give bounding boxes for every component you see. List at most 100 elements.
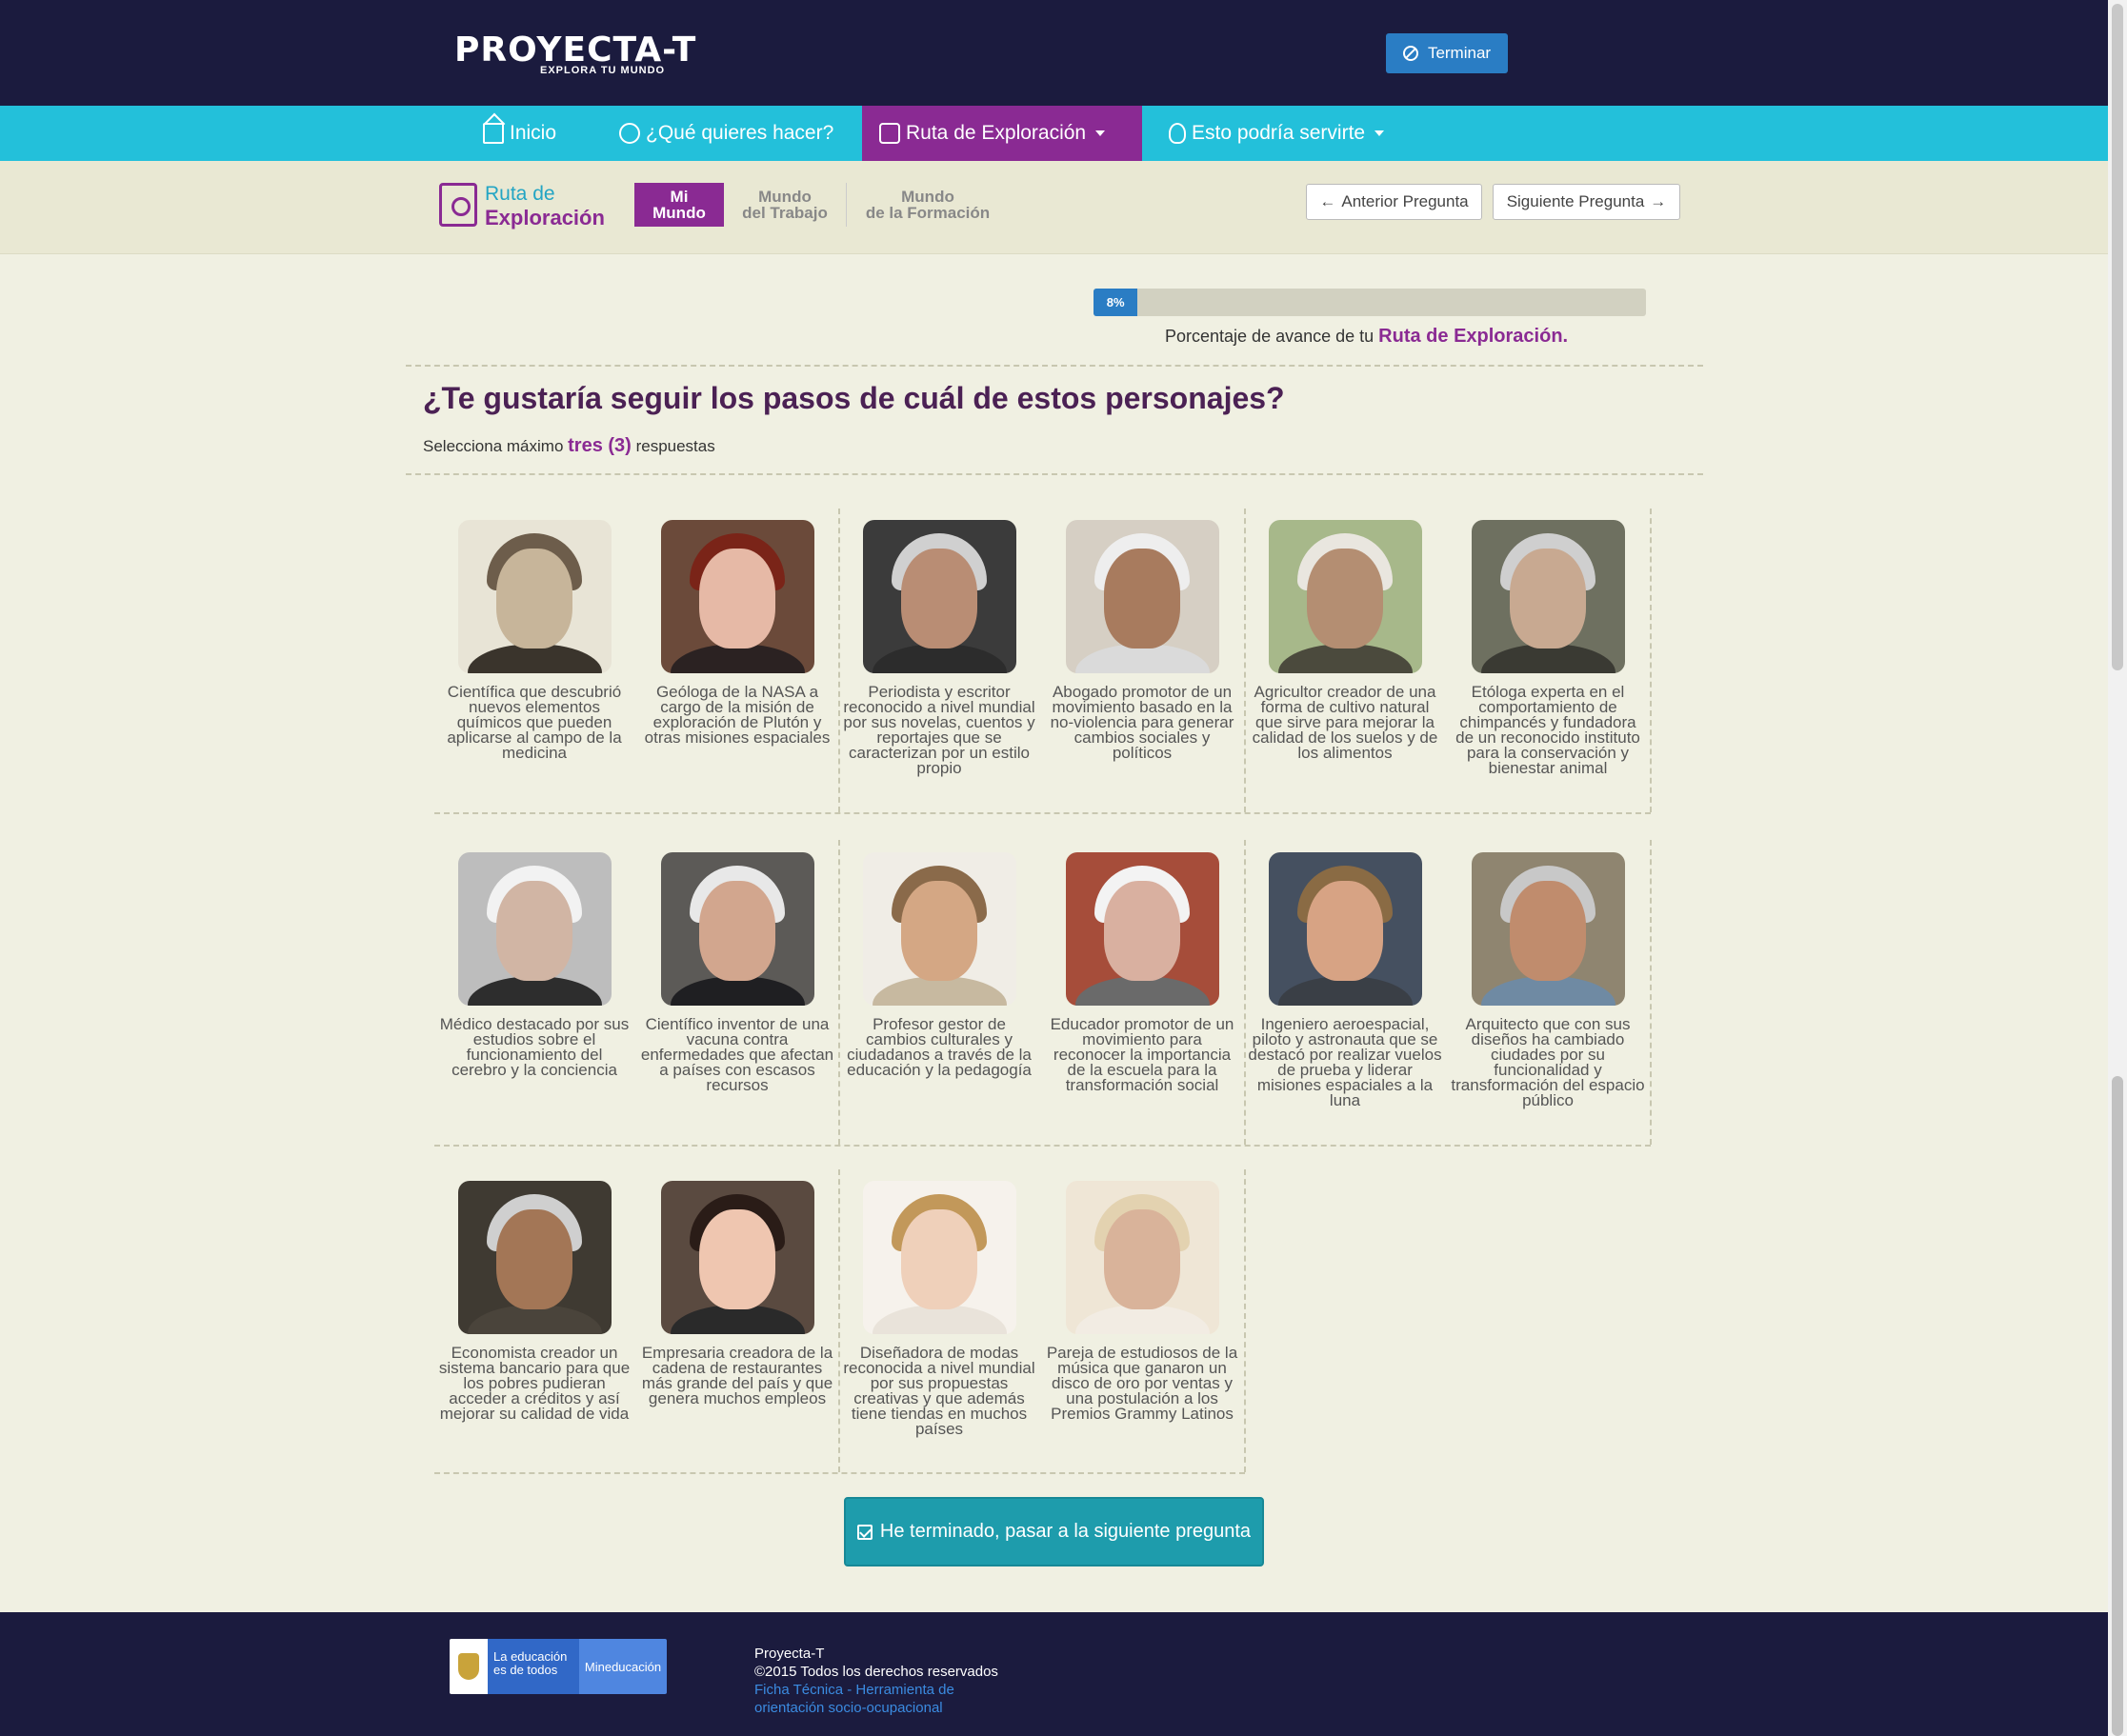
character-card[interactable]: Pareja de estudiosos de la música que ga… [1041,1181,1243,1422]
character-card[interactable]: Abogado promotor de un movimiento basado… [1041,520,1243,761]
character-card[interactable]: Médico destacado por sus estudios sobre … [433,852,635,1078]
sub-navigation [0,161,2108,254]
character-card[interactable]: Diseñadora de modas reconocida a nivel m… [838,1181,1040,1437]
character-card[interactable]: Periodista y escritor reconocido a nivel… [838,520,1040,776]
proyecta-t-logo[interactable]: PROYECTA-T EXPLORA TU MUNDO [454,30,702,76]
character-card[interactable]: Etóloga experta en el comportamiento de … [1447,520,1649,776]
character-photo[interactable] [457,1181,612,1334]
character-photo[interactable] [660,1181,814,1334]
tab-mi-mundo[interactable]: Mi Mundo [634,183,724,227]
character-description: Ingeniero aeroespacial, piloto y astrona… [1248,1015,1442,1109]
siguiente-pregunta-button[interactable]: Siguiente Pregunta → [1493,184,1680,220]
character-description: Arquitecto que con sus diseños ha cambia… [1451,1015,1645,1109]
character-face [698,549,775,649]
footer-text: Proyecta-T ©2015 Todos los derechos rese… [754,1645,998,1717]
nav-item-ruta-exploracion[interactable]: Ruta de Exploración [862,106,1142,161]
section-title-line2: Exploración [485,206,605,229]
nav-item-inicio[interactable]: Inicio [466,106,573,161]
character-card[interactable]: Ingeniero aeroespacial, piloto y astrona… [1244,852,1446,1108]
grid-divider [1650,509,1652,812]
character-description: Profesor gestor de cambios culturales y … [847,1015,1032,1079]
character-photo[interactable] [457,520,612,673]
grid-divider [434,1472,1245,1474]
character-card[interactable]: Educador promotor de un movimiento para … [1041,852,1243,1093]
gov-logo-right: Mineducación [579,1639,667,1694]
character-description: Científica que descubrió nuevos elemento… [447,683,622,762]
grid-divider [838,840,840,1145]
character-photo[interactable] [660,852,814,1006]
character-face [1103,549,1180,649]
nav-item-esto-podria-servirte[interactable]: Esto podría servirte [1152,106,1401,161]
character-photo[interactable] [1065,520,1219,673]
finish-button-label: He terminado, pasar a la siguiente pregu… [879,1521,1252,1542]
tab-label-line1: Mundo [758,188,812,206]
scrollbar-thumb[interactable] [2112,1076,2123,1736]
colombia-shield-icon [450,1639,488,1694]
nav-item-label: Esto podría servirte [1192,122,1366,144]
character-face [900,549,977,649]
scrollbar-track-highlight [2112,4,2123,670]
grid-divider [434,812,1651,814]
ban-icon [1402,46,1418,61]
character-description: Científico inventor de una vacuna contra… [640,1015,834,1094]
finish-next-question-button[interactable]: He terminado, pasar a la siguiente pregu… [844,1497,1264,1566]
grid-divider [1650,840,1652,1145]
character-card[interactable]: Geóloga de la NASA a cargo de la misión … [636,520,838,746]
character-photo[interactable] [1471,520,1625,673]
terminar-label: Terminar [1427,44,1492,62]
home-icon [483,123,504,144]
scrollbar[interactable] [2108,0,2127,1736]
character-face [1306,881,1383,981]
footer-link[interactable]: Ficha Técnica - Herramienta de orientaci… [754,1681,973,1717]
character-photo[interactable] [1065,852,1219,1006]
tab-label-line1: Mundo [901,188,954,206]
character-face [495,549,572,649]
anterior-pregunta-button[interactable]: ← Anterior Pregunta [1306,184,1482,220]
progress-caption-highlight: Ruta de Exploración. [1378,326,1569,347]
character-card[interactable]: Científica que descubrió nuevos elemento… [433,520,635,761]
grid-divider [838,1169,840,1472]
character-card[interactable]: Empresaria creadora de la cadena de rest… [636,1181,838,1407]
tab-mundo-del-trabajo[interactable]: Mundo del Trabajo [732,183,838,227]
lightbulb-icon [1169,123,1186,144]
ruta-exploracion-icon [439,183,477,227]
tab-label-line2: Mundo [652,204,706,222]
character-photo[interactable] [862,852,1016,1006]
mineducacion-logo[interactable]: La educación es de todos Mineducación [450,1639,667,1694]
character-face [495,1209,572,1309]
character-description: Economista creador un sistema bancario p… [438,1344,631,1423]
character-description: Diseñadora de modas reconocida a nivel m… [843,1344,1035,1438]
footer-copyright: ©2015 Todos los derechos reservados [754,1664,998,1680]
character-photo[interactable] [862,1181,1016,1334]
character-photo[interactable] [1268,852,1422,1006]
character-face [1509,549,1586,649]
character-card[interactable]: Científico inventor de una vacuna contra… [636,852,838,1093]
character-card[interactable]: Agricultor creador de una forma de culti… [1244,520,1446,761]
character-photo[interactable] [862,520,1016,673]
divider [406,365,1703,367]
character-card[interactable]: Arquitecto que con sus diseños ha cambia… [1447,852,1649,1108]
grid-divider [434,1145,1651,1147]
character-photo[interactable] [1065,1181,1219,1334]
character-photo[interactable] [1268,520,1422,673]
nav-item-label: Ruta de Exploración [906,122,1087,144]
character-description: Periodista y escritor reconocido a nivel… [843,683,1035,777]
character-photo[interactable] [1471,852,1625,1006]
character-description: Geóloga de la NASA a cargo de la misión … [644,683,831,747]
footer-line1: Proyecta-T [754,1646,825,1662]
character-description: Etóloga experta en el comportamiento de … [1455,683,1640,777]
character-description: Educador promotor de un movimiento para … [1050,1015,1234,1094]
logo-text: PROYECTA-T [454,30,697,70]
tab-divider [846,183,847,227]
nav-item-que-quieres-hacer[interactable]: ¿Qué quieres hacer? [602,106,851,161]
tab-mundo-de-la-formacion[interactable]: Mundo de la Formación [853,183,1002,227]
instruction-highlight: tres (3) [568,435,632,456]
character-card[interactable]: Economista creador un sistema bancario p… [433,1181,635,1422]
character-card[interactable]: Profesor gestor de cambios culturales y … [838,852,1040,1078]
progress-caption-prefix: Porcentaje de avance de tu [1165,327,1375,346]
character-description: Médico destacado por sus estudios sobre … [439,1015,630,1079]
nav-item-label: Inicio [510,122,557,144]
character-photo[interactable] [660,520,814,673]
character-photo[interactable] [457,852,612,1006]
terminar-button[interactable]: Terminar [1386,33,1508,73]
